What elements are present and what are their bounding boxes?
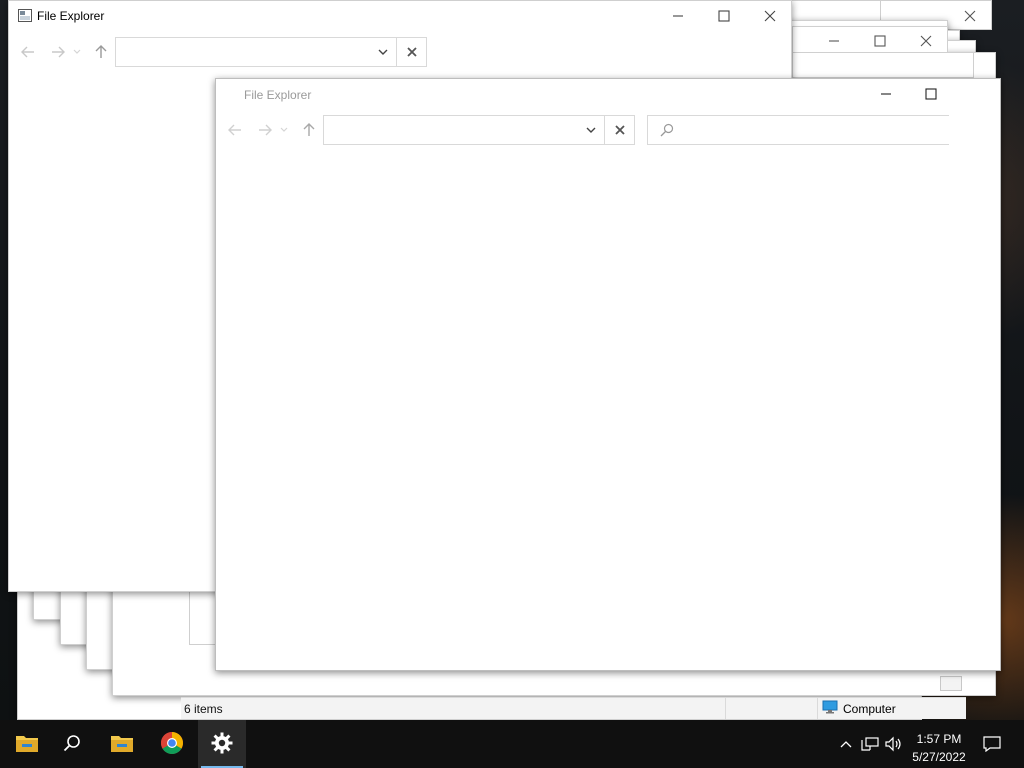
close-icon[interactable] xyxy=(605,115,635,145)
arrow-left-icon[interactable] xyxy=(224,119,246,141)
volume-icon[interactable] xyxy=(884,734,904,754)
arrow-up-icon[interactable] xyxy=(298,119,320,141)
search-icon xyxy=(63,734,81,755)
notification-icon[interactable] xyxy=(982,734,1002,754)
address-bar[interactable] xyxy=(323,115,605,145)
chevron-down-icon[interactable] xyxy=(372,38,394,66)
arrow-right-icon[interactable] xyxy=(47,41,69,63)
chevron-up-icon[interactable] xyxy=(836,734,856,754)
window-title: File Explorer xyxy=(244,88,312,102)
arrow-left-icon[interactable] xyxy=(17,41,39,63)
file-explorer-icon xyxy=(18,9,32,22)
status-bar: 6 items Computer xyxy=(181,697,966,719)
search-box[interactable] xyxy=(647,115,949,145)
address-bar[interactable] xyxy=(115,37,397,67)
status-location: Computer xyxy=(818,700,896,717)
background-window-titlebar[interactable] xyxy=(792,52,974,78)
taskbar: 1:57 PM 5/27/2022 xyxy=(0,720,1024,768)
view-toggle-button[interactable] xyxy=(940,676,962,691)
status-location-label: Computer xyxy=(843,701,896,716)
network-icon[interactable] xyxy=(860,734,880,754)
clock-date: 5/27/2022 xyxy=(912,750,966,764)
close-icon[interactable] xyxy=(947,1,993,31)
chevron-down-icon[interactable] xyxy=(278,119,290,141)
background-window-titlebar[interactable] xyxy=(792,26,948,54)
minimize-icon[interactable] xyxy=(655,1,701,31)
taskbar-file-explorer[interactable] xyxy=(3,720,51,768)
taskbar-settings[interactable] xyxy=(198,720,246,768)
gear-icon xyxy=(211,732,233,757)
folder-icon xyxy=(110,733,134,756)
search-icon xyxy=(660,123,674,140)
close-icon[interactable] xyxy=(397,37,427,67)
taskbar-file-explorer-2[interactable] xyxy=(98,720,146,768)
computer-icon xyxy=(822,700,838,717)
arrow-right-icon[interactable] xyxy=(254,119,276,141)
window-title: File Explorer xyxy=(37,9,105,23)
close-icon[interactable] xyxy=(903,27,949,55)
file-explorer-window[interactable]: File Explorer xyxy=(215,78,1001,671)
arrow-up-icon[interactable] xyxy=(90,41,112,63)
search-input[interactable] xyxy=(682,120,932,140)
chrome-icon xyxy=(160,731,184,758)
address-input[interactable] xyxy=(120,42,370,62)
item-count: 6 items xyxy=(184,698,726,719)
clock-time: 1:57 PM xyxy=(916,732,962,746)
taskbar-chrome[interactable] xyxy=(148,720,196,768)
address-input[interactable] xyxy=(328,120,578,140)
folder-icon xyxy=(15,733,39,756)
maximize-icon[interactable] xyxy=(701,1,747,31)
close-icon[interactable] xyxy=(747,1,793,31)
chevron-down-icon[interactable] xyxy=(580,116,602,144)
minimize-icon[interactable] xyxy=(863,79,909,109)
maximize-icon[interactable] xyxy=(857,27,903,55)
chevron-down-icon[interactable] xyxy=(71,41,83,63)
minimize-icon[interactable] xyxy=(811,27,857,55)
taskbar-search[interactable] xyxy=(48,720,96,768)
taskbar-clock[interactable]: 1:57 PM 5/27/2022 xyxy=(903,730,975,766)
maximize-icon[interactable] xyxy=(908,79,954,109)
